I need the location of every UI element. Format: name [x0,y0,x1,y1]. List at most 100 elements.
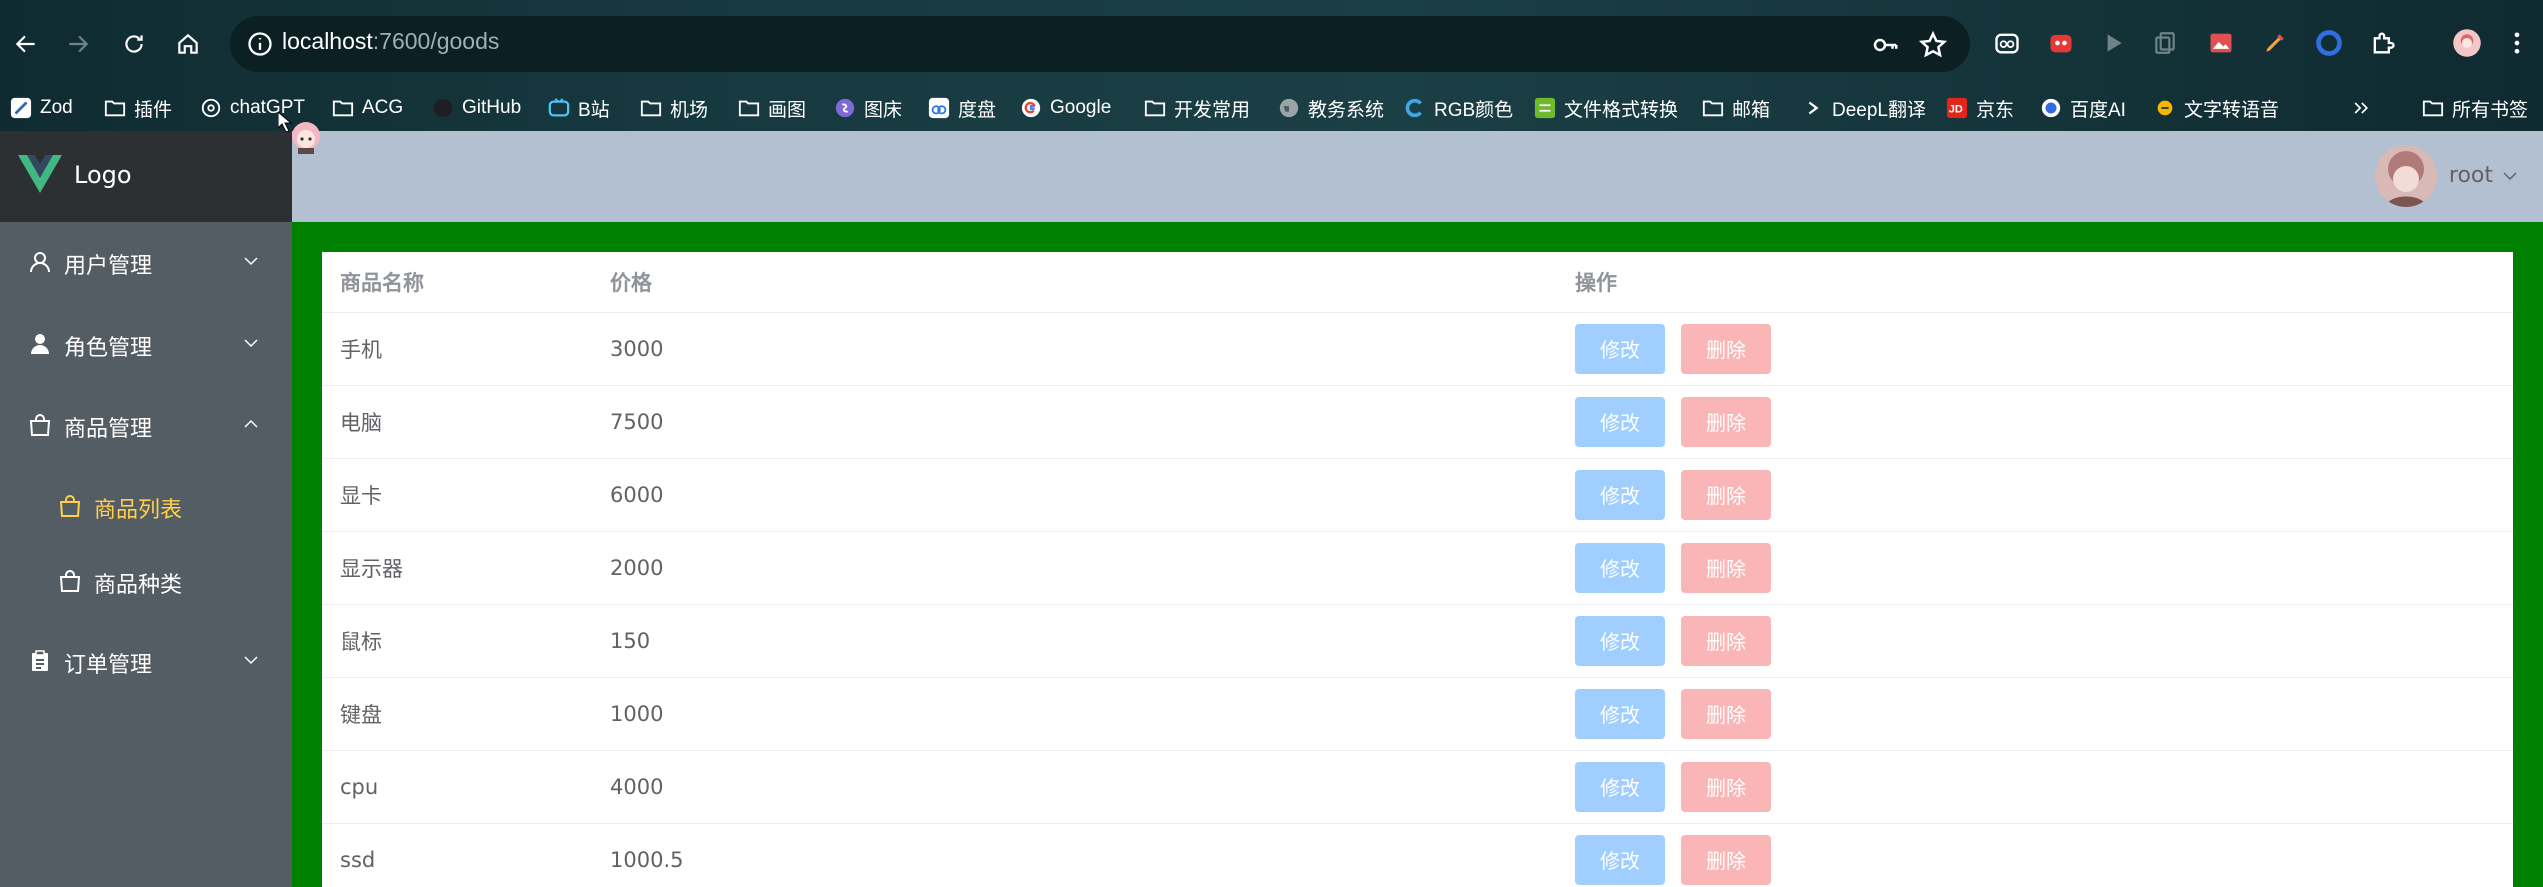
tts-icon [2154,97,2176,119]
home-button[interactable] [168,24,208,64]
delete-button[interactable]: 删除 [1681,834,1771,885]
browser-menu-button[interactable] [2500,26,2534,60]
extension-circle[interactable] [2312,26,2346,60]
bookmark-item[interactable]: Google [1020,90,1111,126]
bookmarks-overflow-button[interactable] [2350,90,2372,126]
actions-cell: 修改 删除 [1557,312,2513,386]
edit-button[interactable]: 修改 [1575,323,1665,374]
chevron-down-icon [244,339,258,348]
actions-cell: 修改 删除 [1557,750,2513,824]
glasses-icon [1995,33,2019,54]
back-button[interactable] [6,24,46,64]
edit-button[interactable]: 修改 [1575,615,1665,666]
bookmark-label: 机场 [670,99,709,121]
column-header-name: 商品名称 [322,252,592,313]
all-bookmarks-folder[interactable]: 所有书签 [2422,90,2528,126]
bookmark-item[interactable]: B站 [548,90,610,126]
bookmark-item[interactable]: RGB颜色 [1404,90,1513,126]
url-host: localhost [282,28,373,54]
bookmark-star-icon[interactable] [1918,30,1948,60]
site-info-icon[interactable] [246,30,274,58]
column-header-actions: 操作 [1557,252,2513,313]
edit-button[interactable]: 修改 [1575,542,1665,593]
actions-cell: 修改 删除 [1557,823,2513,887]
bookmark-folder[interactable]: 邮箱 [1702,90,1770,126]
bookmark-item[interactable]: 图床 [834,90,902,126]
deepl-icon [1802,97,1824,119]
shopping-bag-icon [59,495,81,517]
forward-button[interactable] [58,24,98,64]
edit-button[interactable]: 修改 [1575,834,1665,885]
profile-button[interactable] [2450,26,2484,60]
image-icon [2210,33,2232,53]
edit-button[interactable]: 修改 [1575,761,1665,812]
url-path: :7600/goods [372,28,500,54]
table-row: 键盘 1000 修改 删除 [322,677,2513,751]
menu-user-management[interactable]: 用户管理 [0,222,292,302]
bookmark-item[interactable]: 度盘 [928,90,996,126]
extension-red[interactable] [2044,26,2078,60]
bookmark-item[interactable]: 百度AI [2040,90,2126,126]
delete-button[interactable]: 删除 [1681,396,1771,447]
google-icon [1020,97,1042,119]
bookmark-item[interactable]: 文件格式转换 [1534,90,1678,126]
avatar-image [2375,145,2437,207]
delete-button[interactable]: 删除 [1681,469,1771,520]
password-key-icon[interactable] [1870,30,1900,60]
chevron-down-icon[interactable] [2501,167,2519,185]
delete-button[interactable]: 删除 [1681,323,1771,374]
bookmark-item[interactable]: 文字转语音 [2154,90,2279,126]
logo-bar[interactable]: Logo [0,131,292,222]
table-row: 电脑 7500 修改 删除 [322,385,2513,459]
bookmark-item[interactable]: DeepL翻译 [1802,90,1926,126]
bookmark-label: 插件 [134,99,173,121]
baidu-ai-icon [2040,97,2062,119]
address-bar[interactable]: localhost:7600/goods [230,16,1970,72]
delete-button[interactable]: 删除 [1681,542,1771,593]
extension-copy[interactable] [2148,26,2182,60]
arrow-left-icon [15,35,35,53]
extension-glasses[interactable] [1990,26,2024,60]
bookmark-label: 画图 [768,99,807,121]
goods-price-cell: 6000 [592,458,1557,532]
menu-role-management[interactable]: 角色管理 [0,304,292,384]
bookmark-folder[interactable]: 画图 [738,90,806,126]
convert-icon [1534,97,1556,119]
menu-goods-management[interactable]: 商品管理 [0,385,292,465]
delete-button[interactable]: 删除 [1681,761,1771,812]
bookmark-item[interactable]: Zod [10,90,73,126]
menu-goods-category[interactable]: 商品种类 [0,541,292,621]
edit-button[interactable]: 修改 [1575,396,1665,447]
table-row: 显卡 6000 修改 删除 [322,458,2513,532]
avatar[interactable] [2375,145,2437,207]
goods-price-cell: 150 [592,604,1557,678]
shopping-bag-icon [59,570,81,592]
bookmark-item[interactable]: GitHub [432,90,521,126]
red-extension-icon [2050,34,2072,53]
bookmark-folder[interactable]: ACG [332,90,403,126]
menu-order-management[interactable]: 订单管理 [0,621,292,701]
delete-button[interactable]: 删除 [1681,688,1771,739]
shopping-bag-icon [29,414,51,436]
goods-table-container: 商品名称 价格 操作 手机 3000 修改 删除 电脑 7500 修改 删除 显卡 6000 修改删… [322,252,2513,887]
bookmark-item[interactable]: 教务系统 [1278,90,1384,126]
extension-play[interactable] [2096,26,2130,60]
bookmark-label: 邮箱 [1732,99,1771,121]
extension-pen[interactable] [2258,26,2292,60]
extensions-button[interactable] [2366,26,2400,60]
bookmark-folder[interactable]: 插件 [104,90,172,126]
bookmark-folder[interactable]: 机场 [640,90,708,126]
menu-goods-list[interactable]: 商品列表 [0,466,292,546]
edit-button[interactable]: 修改 [1575,688,1665,739]
goods-name-cell: 鼠标 [322,604,592,678]
username-label[interactable]: root [2449,163,2493,188]
folder-icon [2422,97,2444,119]
bookmark-folder[interactable]: 开发常用 [1144,90,1250,126]
delete-button[interactable]: 删除 [1681,615,1771,666]
bookmark-item[interactable]: JD 京东 [1946,90,2014,126]
extension-image[interactable] [2204,26,2238,60]
url-text[interactable]: localhost:7600/goods [282,28,499,55]
reload-button[interactable] [114,24,154,64]
folder-icon [104,97,126,119]
edit-button[interactable]: 修改 [1575,469,1665,520]
